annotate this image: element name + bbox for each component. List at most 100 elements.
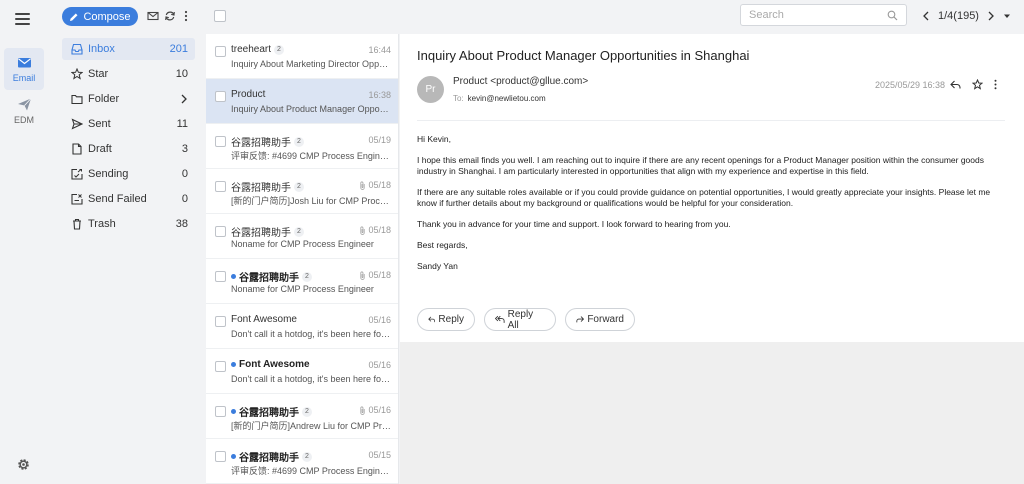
mail-subject: [新的门户简历]Andrew Liu for CMP Process Engin… [231, 421, 391, 431]
rail-label: EDM [14, 115, 34, 125]
mail-sender: 谷露招聘助手 2 [231, 449, 312, 464]
mail-checkbox[interactable] [215, 316, 226, 327]
mail-checkbox[interactable] [215, 361, 226, 372]
mail-subject: Don't call it a hotdog, it's been here f… [231, 374, 391, 384]
rail-item-email[interactable]: Email [4, 48, 44, 90]
reply-button[interactable]: Reply [417, 308, 475, 331]
more-vertical-icon[interactable] [180, 10, 192, 22]
folder-sending[interactable]: Sending 0 [62, 163, 195, 185]
mail-subject: Inquiry About Marketing Director Opportu… [231, 59, 391, 69]
search-icon[interactable] [887, 10, 898, 21]
reading-pane: Inquiry About Product Manager Opportunit… [400, 34, 1024, 342]
search-input[interactable] [741, 5, 881, 25]
forward-icon [576, 316, 585, 323]
unread-dot [231, 454, 236, 459]
folder-label: Draft [88, 143, 112, 155]
thread-count: 2 [294, 136, 304, 147]
date-text: 05/19 [368, 135, 391, 145]
date-text: 05/16 [368, 405, 391, 415]
folder-label: Folder [88, 93, 120, 105]
folder-send-failed[interactable]: Send Failed 0 [62, 188, 195, 210]
menu-icon[interactable] [15, 13, 30, 25]
body-paragraph: I hope this email finds you well. I am r… [417, 155, 984, 176]
mail-item[interactable]: Font Awesome 05/16 Don't call it a hotdo… [206, 304, 398, 349]
rail-label: Email [12, 73, 36, 83]
star-icon[interactable] [972, 79, 983, 90]
mail-date: 05/18 [359, 180, 391, 190]
mail-item[interactable]: 谷露招聘助手 2 05/18 Noname for CMP Process Eng… [206, 214, 398, 259]
folder-draft[interactable]: Draft 3 [62, 138, 195, 160]
mail-sender: Product [231, 89, 265, 100]
sender-name: Font Awesome [239, 359, 310, 370]
rail-item-edm[interactable]: EDM [4, 90, 44, 132]
mail-subject: Inquiry About Product Manager Opportunit… [231, 104, 391, 114]
sender-name: 谷露招聘助手 [239, 273, 299, 284]
folder-label: Sent [88, 118, 111, 130]
send-failed-icon [71, 193, 83, 205]
select-all-checkbox[interactable] [214, 10, 226, 22]
folder-count: 201 [169, 43, 188, 55]
mail-date: 05/16 [368, 360, 391, 370]
folder-folder[interactable]: Folder [62, 88, 195, 110]
folder-trash[interactable]: Trash 38 [62, 213, 195, 235]
mail-date: 05/16 [368, 315, 391, 325]
folder-star[interactable]: Star 10 [62, 63, 195, 85]
folder-label: Sending [88, 168, 129, 180]
mail-subject: 评审反馈: #4699 CMP Process Engineer [231, 151, 391, 161]
folder-icon [71, 94, 83, 105]
forward-label: Forward [587, 314, 624, 325]
chevron-right-icon[interactable] [180, 94, 188, 104]
body-paragraph: If there are any suitable roles availabl… [417, 187, 991, 208]
mail-date: 05/15 [368, 450, 391, 460]
mail-checkbox[interactable] [215, 136, 226, 147]
folder-inbox[interactable]: Inbox 201 [62, 38, 195, 60]
folder-list: Inbox 201 Star 10 Folder Sent 11 Draft 3… [50, 34, 200, 484]
mail-item[interactable]: 谷露招聘助手 2 05/16 [新的门户简历]Andrew Liu for CMP… [206, 394, 398, 439]
mail-checkbox[interactable] [215, 226, 226, 237]
mail-sender: Font Awesome [231, 314, 297, 325]
folder-count: 10 [175, 68, 188, 80]
reply-icon[interactable] [950, 79, 961, 90]
reply-all-button[interactable]: Reply All [484, 308, 556, 331]
thread-count: 2 [302, 406, 312, 417]
mail-sender: 谷露招聘助手 2 [231, 179, 304, 194]
mail-sender: Font Awesome [231, 359, 310, 370]
message-actions: Reply Reply All Forward [417, 308, 635, 331]
pager-text: 1/4(195) [938, 10, 979, 22]
thread-count: 2 [302, 451, 312, 462]
compose-button[interactable]: Compose [62, 7, 138, 26]
to-address: kevin@newlietou.com [467, 94, 546, 103]
folder-count: 3 [181, 143, 188, 155]
mail-checkbox[interactable] [215, 406, 226, 417]
forward-button[interactable]: Forward [565, 308, 635, 331]
mail-checkbox[interactable] [215, 181, 226, 192]
date-text: 05/16 [368, 360, 391, 370]
settings-gear-icon[interactable] [17, 458, 30, 471]
mail-checkbox[interactable] [215, 451, 226, 462]
mail-item[interactable]: 谷露招聘助手 2 05/18 Noname for CMP Process Eng… [206, 259, 398, 304]
attachment-icon [360, 271, 366, 280]
refresh-icon[interactable] [164, 10, 176, 22]
mail-item[interactable]: 谷露招聘助手 2 05/15 评审反馈: #4699 CMP Process En… [206, 439, 398, 484]
mail-checkbox[interactable] [215, 271, 226, 282]
caret-down-icon[interactable] [1003, 11, 1011, 21]
mail-checkbox[interactable] [215, 46, 226, 57]
mail-item[interactable]: 谷露招聘助手 2 05/19 评审反馈: #4699 CMP Process En… [206, 124, 398, 169]
mail-item[interactable]: 谷露招聘助手 2 05/18 [新的门户简历]Josh Liu for CMP P… [206, 169, 398, 214]
mail-checkbox[interactable] [215, 91, 226, 102]
body-paragraph: Hi Kevin, [417, 134, 452, 144]
chevron-right-icon[interactable] [987, 11, 995, 21]
top-toolbar: Compose 1/4(195) [0, 0, 1024, 34]
folder-sent[interactable]: Sent 11 [62, 113, 195, 135]
envelope-icon[interactable] [147, 10, 159, 22]
mail-sender: 谷露招聘助手 2 [231, 404, 312, 419]
mail-date: 05/16 [359, 405, 391, 415]
paper-plane-icon [17, 98, 31, 111]
date-text: 05/18 [368, 270, 391, 280]
mail-item[interactable]: treeheart 2 16:44 Inquiry About Marketing… [206, 34, 398, 79]
mail-subject: [新的门户简历]Josh Liu for CMP Process Enginee… [231, 196, 391, 206]
chevron-left-icon[interactable] [922, 11, 930, 21]
mail-item[interactable]: Font Awesome 05/16 Don't call it a hotdo… [206, 349, 398, 394]
mail-item-selected[interactable]: Product 16:38 Inquiry About Product Mana… [206, 79, 398, 124]
more-vertical-icon[interactable] [990, 79, 1001, 90]
